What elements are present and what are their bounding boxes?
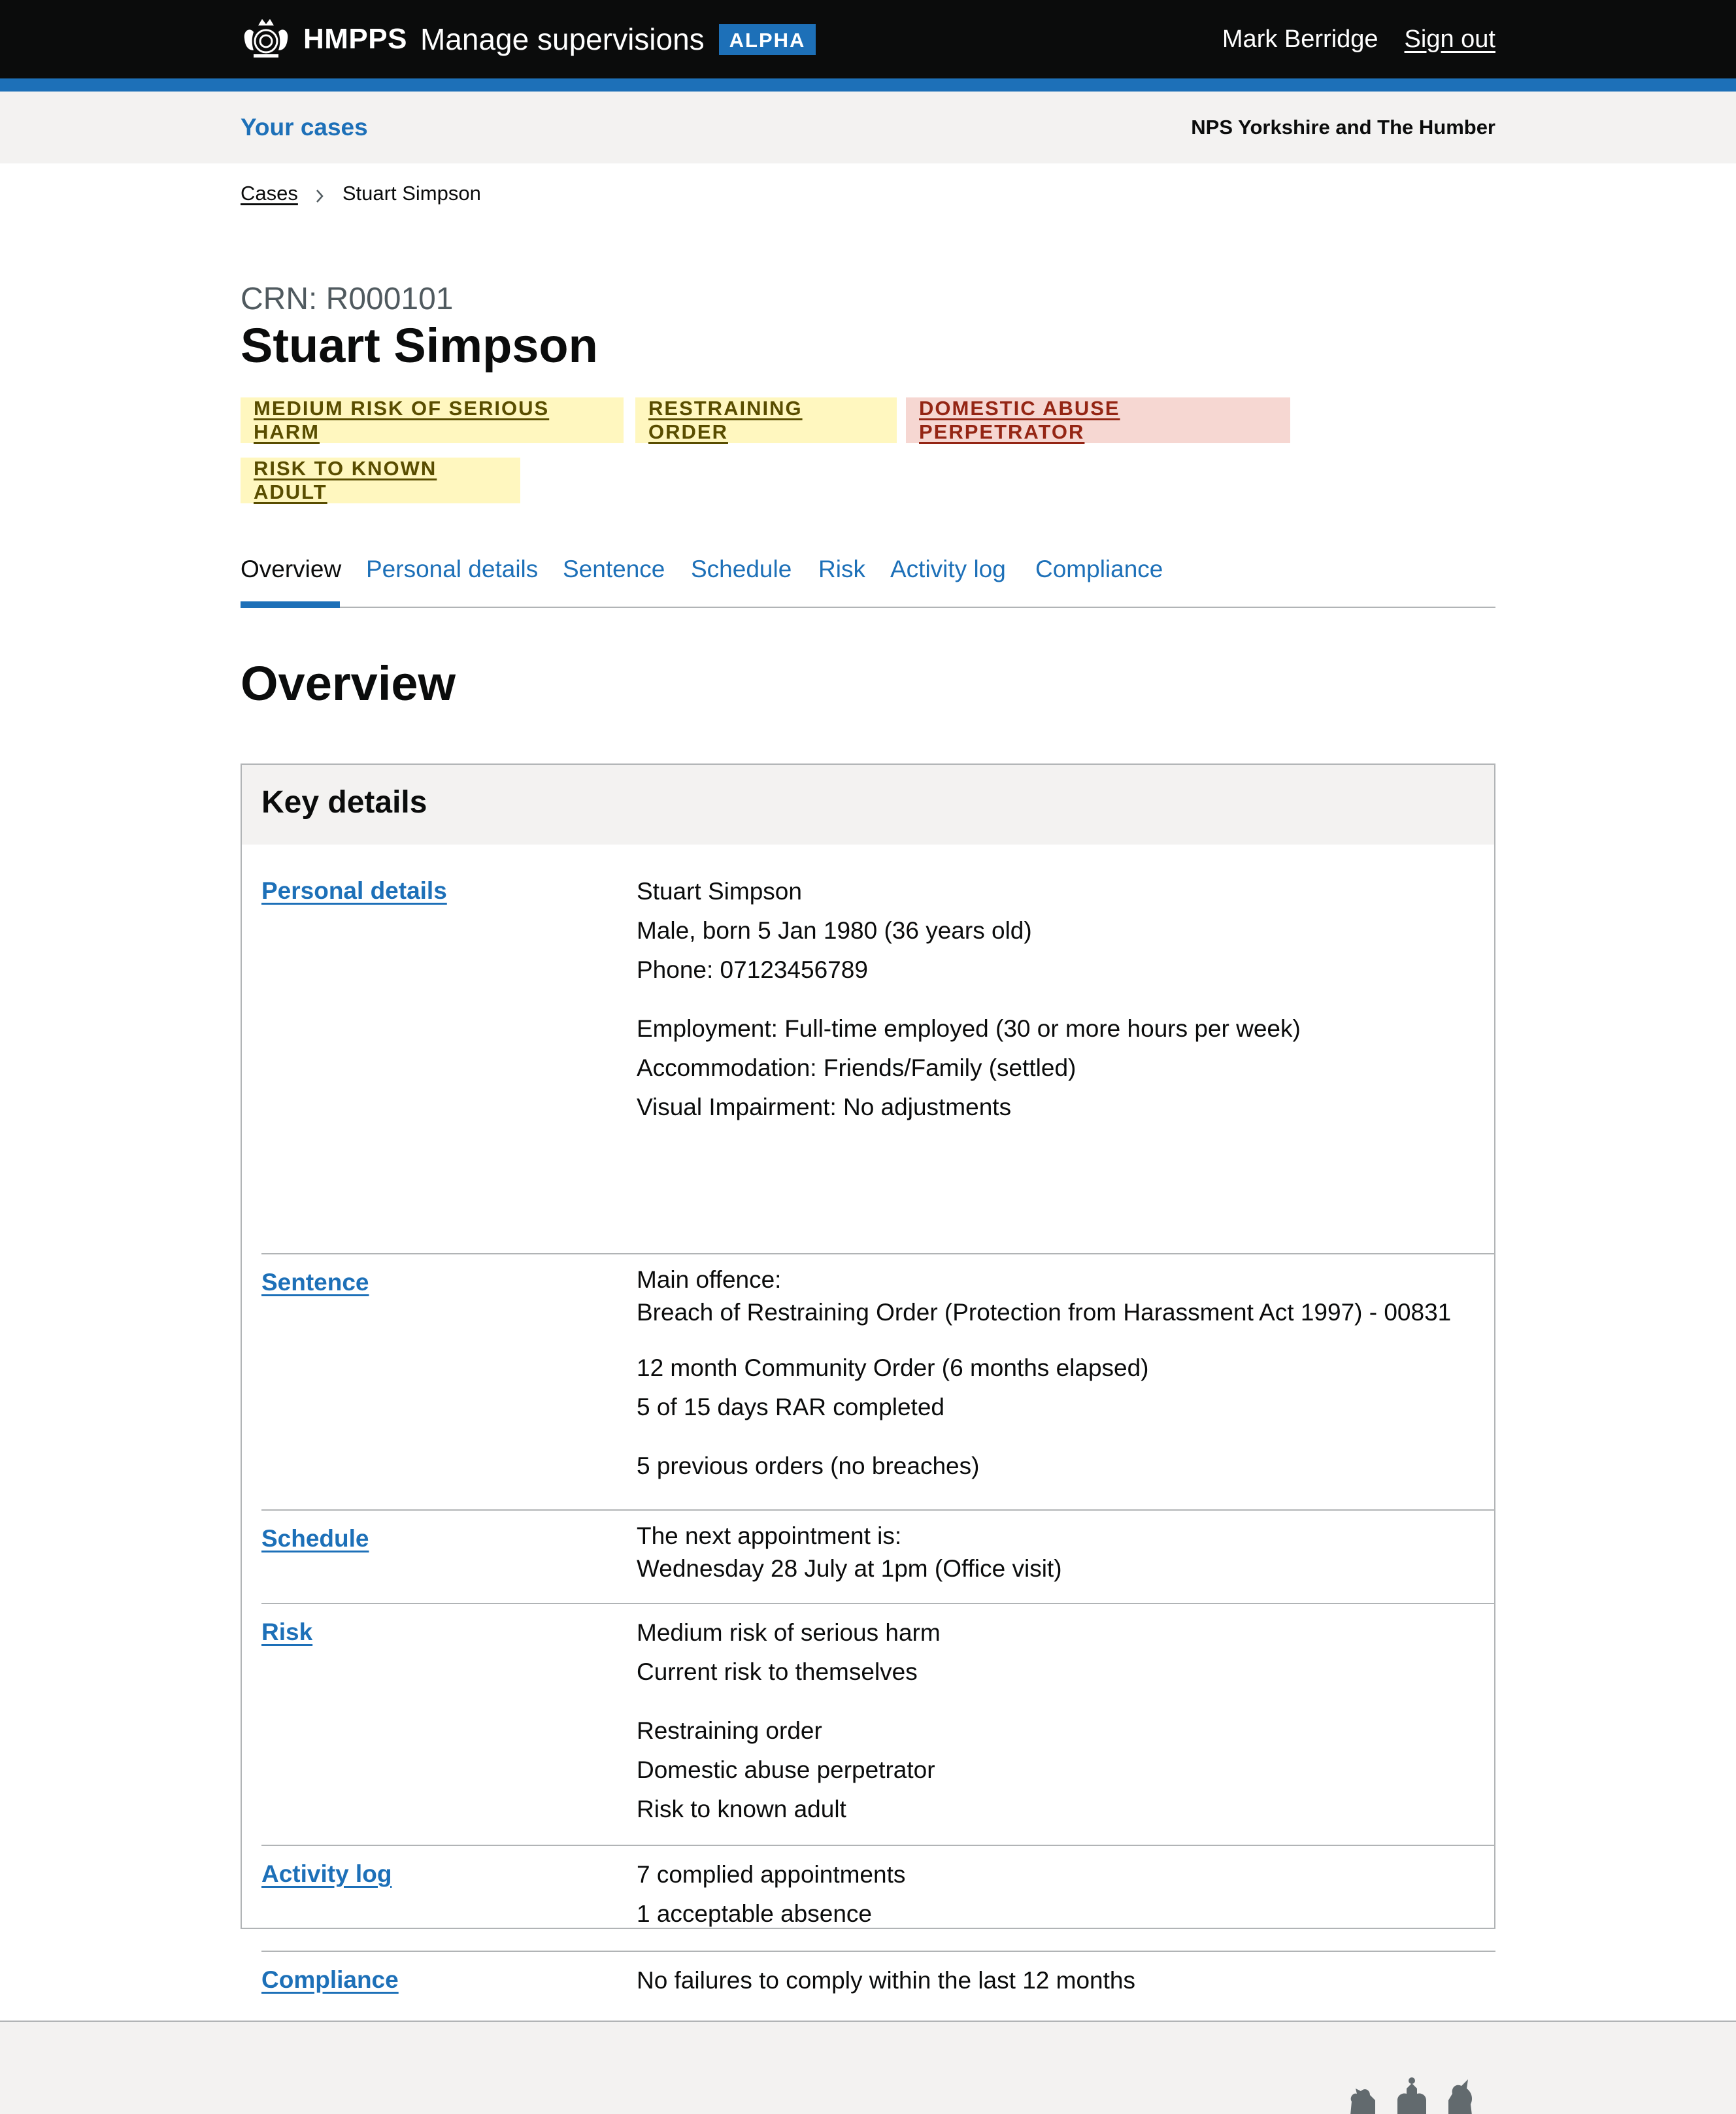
tab-compliance[interactable]: Compliance xyxy=(1035,556,1163,607)
risk-value: Medium risk of serious harm Current risk… xyxy=(637,1613,941,1829)
tab-overview[interactable]: Overview xyxy=(241,556,342,608)
compliance-link[interactable]: Compliance xyxy=(261,1966,399,1994)
chevron-right-icon xyxy=(312,186,328,203)
value-line: Restraining order xyxy=(637,1717,822,1744)
value-line: Male, born 5 Jan 1980 (36 years old) xyxy=(637,917,1032,944)
value-line: Breach of Restraining Order (Protection … xyxy=(637,1299,1452,1326)
page-title: Stuart Simpson xyxy=(241,318,598,373)
summary-row-compliance: Compliance No failures to comply within … xyxy=(261,1952,1495,2011)
summary-row-schedule: Schedule The next appointment is: Wednes… xyxy=(261,1511,1495,1604)
header-inner: HMPPS Manage supervisions ALPHA Mark Ber… xyxy=(241,0,1495,78)
value-line: No failures to comply within the last 12… xyxy=(637,1967,1135,1994)
sentence-link[interactable]: Sentence xyxy=(261,1269,369,1296)
breadcrumb-cases-link[interactable]: Cases xyxy=(241,182,298,205)
footer xyxy=(0,2021,1736,2114)
value-line: Stuart Simpson xyxy=(637,878,802,905)
phase-tag: ALPHA xyxy=(718,24,816,55)
value-line: Phone: 07123456789 xyxy=(637,956,868,983)
value-line: Accommodation: Friends/Family (settled) xyxy=(637,1054,1077,1081)
tab-risk[interactable]: Risk xyxy=(818,556,865,607)
risk-link[interactable]: Risk xyxy=(261,1619,312,1646)
royal-arms-icon xyxy=(1346,2074,1477,2114)
case-crn: CRN: R000101 xyxy=(241,282,454,316)
value-line: Medium risk of serious harm xyxy=(637,1619,941,1646)
tab-sentence[interactable]: Sentence xyxy=(563,556,665,607)
value-line: The next appointment is: xyxy=(637,1522,902,1549)
header: HMPPS Manage supervisions ALPHA Mark Ber… xyxy=(0,0,1736,78)
activity-log-value: 7 complied appointments 1 acceptable abs… xyxy=(637,1855,905,1934)
header-stripe xyxy=(0,78,1736,92)
value-line: Visual Impairment: No adjustments xyxy=(637,1094,1012,1120)
sub-navigation-inner: Your cases NPS Yorkshire and The Humber xyxy=(241,92,1495,163)
sentence-value: Main offence: Breach of Restraining Orde… xyxy=(637,1264,1451,1486)
value-line: 12 month Community Order (6 months elaps… xyxy=(637,1354,1149,1381)
breadcrumb: Cases Stuart Simpson xyxy=(241,182,481,205)
header-account: Mark Berridge Sign out xyxy=(1222,25,1495,54)
user-name: Mark Berridge xyxy=(1222,25,1378,53)
sub-navigation: Your cases NPS Yorkshire and The Humber xyxy=(0,92,1736,163)
value-line: Risk to known adult xyxy=(637,1796,846,1822)
tab-activity-log[interactable]: Activity log xyxy=(890,556,1006,607)
breadcrumb-current: Stuart Simpson xyxy=(342,182,481,205)
value-line: Current risk to themselves xyxy=(637,1658,918,1685)
value-line: 1 acceptable absence xyxy=(637,1900,872,1927)
service-name[interactable]: Manage supervisions xyxy=(420,22,705,57)
value-line: Domestic abuse perpetrator xyxy=(637,1756,935,1783)
personal-details-value: Stuart Simpson Male, born 5 Jan 1980 (36… xyxy=(637,872,1301,1127)
summary-row-personal-details: Personal details Stuart Simpson Male, bo… xyxy=(261,845,1495,1254)
summary-row-activity-log: Activity log 7 complied appointments 1 a… xyxy=(261,1846,1495,1952)
schedule-value: The next appointment is: Wednesday 28 Ju… xyxy=(637,1520,1062,1585)
key-details-title: Key details xyxy=(261,785,427,820)
region-label: NPS Yorkshire and The Humber xyxy=(1191,116,1495,139)
value-line: 5 of 15 days RAR completed xyxy=(637,1394,944,1420)
summary-row-risk: Risk Medium risk of serious harm Current… xyxy=(261,1604,1495,1846)
key-details-card: Key details Personal details Stuart Simp… xyxy=(241,763,1495,1994)
schedule-link[interactable]: Schedule xyxy=(261,1525,369,1552)
tag-risk-known-adult[interactable]: RISK TO KNOWN ADULT xyxy=(241,457,520,503)
compliance-value: No failures to comply within the last 12… xyxy=(637,1961,1135,2000)
value-line: Wednesday 28 July at 1pm (Office visit) xyxy=(637,1555,1062,1582)
value-line: 5 previous orders (no breaches) xyxy=(637,1452,980,1479)
brand-name[interactable]: HMPPS xyxy=(303,23,407,56)
tag-domestic-abuse[interactable]: DOMESTIC ABUSE PERPETRATOR xyxy=(906,397,1290,443)
key-details-header: Key details xyxy=(242,765,1494,845)
value-line: Employment: Full-time employed (30 or mo… xyxy=(637,1015,1301,1042)
value-line: Main offence: xyxy=(637,1266,782,1293)
tab-personal-details[interactable]: Personal details xyxy=(366,556,538,607)
activity-log-link[interactable]: Activity log xyxy=(261,1860,392,1888)
tag-medium-risk[interactable]: MEDIUM RISK OF SERIOUS HARM xyxy=(241,397,624,443)
summary-row-sentence: Sentence Main offence: Breach of Restrai… xyxy=(261,1254,1495,1511)
tab-schedule[interactable]: Schedule xyxy=(691,556,792,607)
value-line: 7 complied appointments xyxy=(637,1861,906,1888)
crest-icon xyxy=(241,16,292,62)
sign-out-link[interactable]: Sign out xyxy=(1405,25,1495,54)
personal-details-link[interactable]: Personal details xyxy=(261,877,447,905)
your-cases-link[interactable]: Your cases xyxy=(241,114,368,141)
case-tabs: Overview Personal details Sentence Sched… xyxy=(241,556,1495,608)
active-tab-indicator xyxy=(241,601,340,608)
tab-overview-label: Overview xyxy=(241,556,342,582)
section-title: Overview xyxy=(241,656,456,711)
tag-restraining-order[interactable]: RESTRAINING ORDER xyxy=(635,397,897,443)
